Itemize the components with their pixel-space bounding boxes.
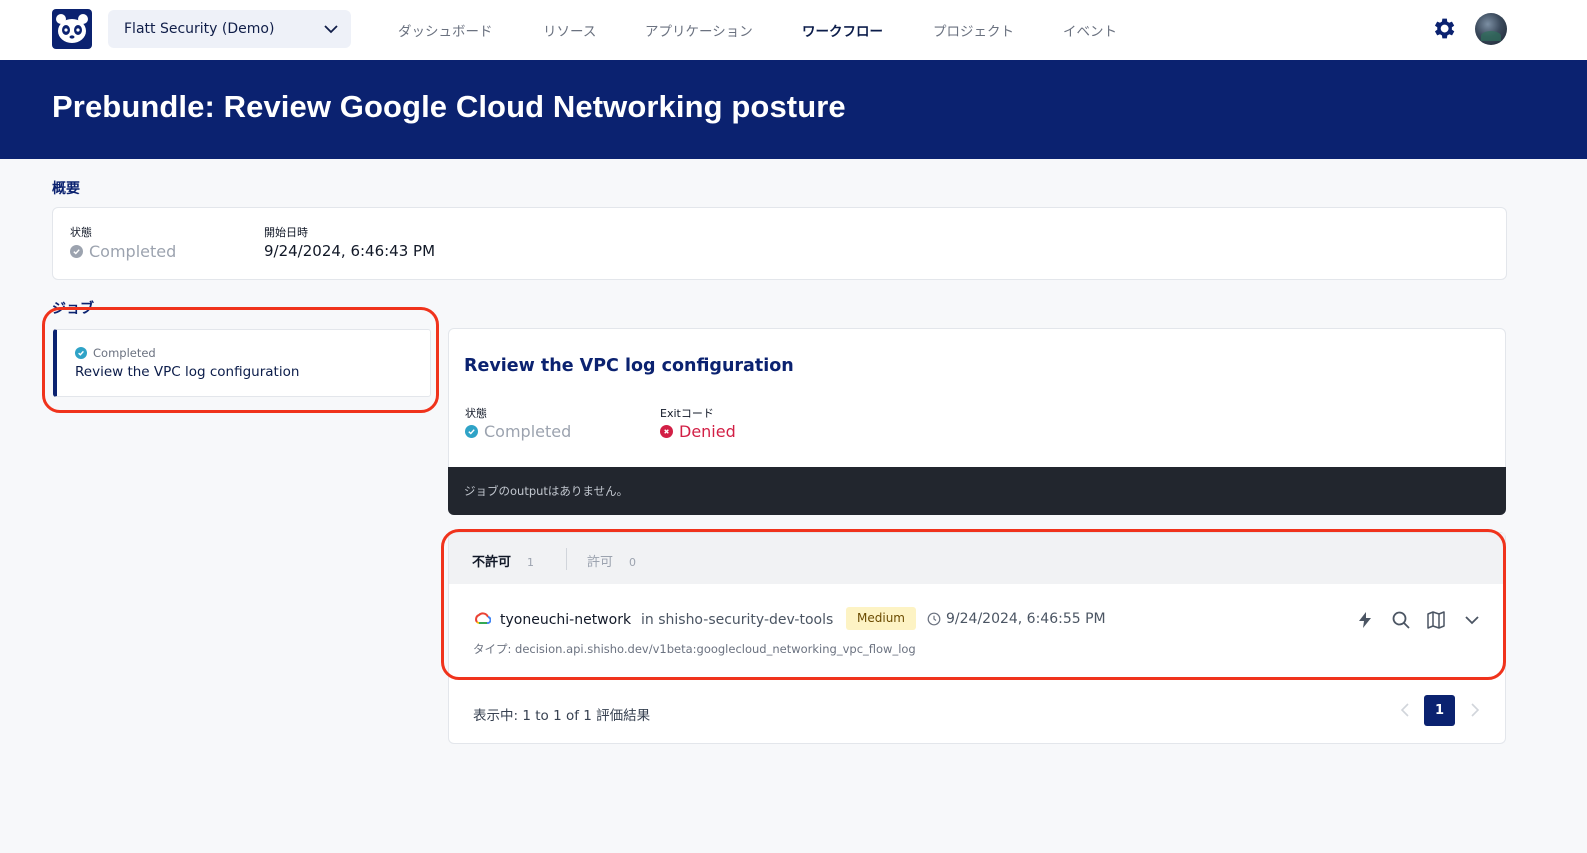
tab-divider [566, 548, 567, 570]
job-detail-status-label: 状態 [465, 407, 487, 420]
job-detail-exit-label: Exitコード [660, 407, 714, 420]
job-output-text: ジョブのoutputはありません。 [464, 484, 629, 498]
job-item-status: Completed [75, 346, 156, 360]
job-detail-status-value: Completed [484, 422, 572, 441]
chevron-right-icon[interactable] [1467, 700, 1483, 724]
job-detail-exit: Denied [660, 422, 736, 441]
chevron-down-icon [323, 21, 339, 41]
tab-allowed[interactable]: 許可 0 [587, 551, 636, 570]
overview-start-label: 開始日時 [264, 226, 308, 239]
tab-allowed-count: 0 [629, 556, 637, 569]
result-row[interactable]: tyoneuchi-network in shisho-security-dev… [449, 584, 1505, 670]
organization-name: Flatt Security (Demo) [124, 21, 275, 37]
tab-denied-count: 1 [527, 556, 535, 569]
job-list-item[interactable]: Completed Review the VPC log configurati… [53, 329, 431, 397]
job-item-status-label: Completed [93, 346, 156, 360]
map-icon[interactable] [1426, 610, 1446, 634]
overview-heading: 概要 [52, 181, 80, 197]
check-circle-icon [75, 347, 87, 359]
page-title: Prebundle: Review Google Cloud Networkin… [52, 89, 846, 124]
job-output-panel: ジョブのoutputはありません。 [448, 467, 1506, 515]
tab-allowed-label: 許可 [587, 555, 614, 570]
result-type: タイプ: decision.api.shisho.dev/v1beta:goog… [473, 642, 916, 656]
nav-dashboard[interactable]: ダッシュボード [398, 20, 493, 40]
chevron-left-icon[interactable] [1397, 700, 1413, 724]
result-timestamp: 9/24/2024, 6:46:55 PM [927, 611, 1106, 627]
user-avatar[interactable] [1475, 13, 1507, 45]
pagination-summary: 表示中: 1 to 1 of 1 評価結果 [473, 708, 651, 724]
x-circle-icon [660, 425, 673, 438]
tab-denied-label: 不許可 [472, 555, 512, 570]
clock-icon [927, 612, 941, 626]
google-cloud-icon [473, 611, 492, 631]
result-timestamp-value: 9/24/2024, 6:46:55 PM [946, 611, 1106, 627]
organization-selector[interactable]: Flatt Security (Demo) [108, 10, 351, 48]
severity-badge: Medium [846, 607, 916, 630]
nav-resources[interactable]: リソース [543, 20, 596, 40]
check-circle-icon [465, 425, 478, 438]
nav-events[interactable]: イベント [1063, 20, 1117, 40]
page-header-banner: Prebundle: Review Google Cloud Networkin… [0, 60, 1587, 159]
gear-icon[interactable] [1430, 15, 1457, 46]
job-detail-exit-value: Denied [679, 422, 736, 441]
job-item-title: Review the VPC log configuration [75, 364, 300, 380]
chevron-down-icon[interactable] [1462, 610, 1482, 634]
result-resource-name[interactable]: tyoneuchi-network [500, 612, 631, 628]
lightning-icon[interactable] [1355, 610, 1375, 634]
job-detail-title: Review the VPC log configuration [464, 356, 794, 376]
result-tabs: 不許可 1 許可 0 [449, 533, 1505, 584]
panda-logo-icon[interactable] [52, 9, 92, 49]
overview-status-label: 状態 [70, 226, 92, 239]
overview-status-value: Completed [89, 242, 177, 261]
jobs-heading: ジョブ [52, 301, 94, 317]
nav-applications[interactable]: アプリケーション [645, 20, 753, 40]
search-icon[interactable] [1391, 610, 1411, 634]
nav-projects[interactable]: プロジェクト [933, 20, 1014, 40]
result-project: in shisho-security-dev-tools [641, 612, 834, 628]
tab-denied[interactable]: 不許可 1 [472, 551, 534, 570]
nav-workflows[interactable]: ワークフロー [802, 20, 883, 40]
pagination-bar: 表示中: 1 to 1 of 1 評価結果 1 [448, 680, 1506, 744]
pagination-page-current[interactable]: 1 [1424, 695, 1455, 726]
job-detail-status: Completed [465, 422, 571, 441]
top-navbar: Flatt Security (Demo) ダッシュボード リソース アプリケー… [0, 0, 1587, 60]
check-circle-icon [70, 245, 83, 258]
overview-status: Completed [70, 242, 176, 261]
overview-card: 状態 Completed 開始日時 9/24/2024, 6:46:43 PM [52, 207, 1507, 280]
overview-start-value: 9/24/2024, 6:46:43 PM [264, 242, 436, 260]
